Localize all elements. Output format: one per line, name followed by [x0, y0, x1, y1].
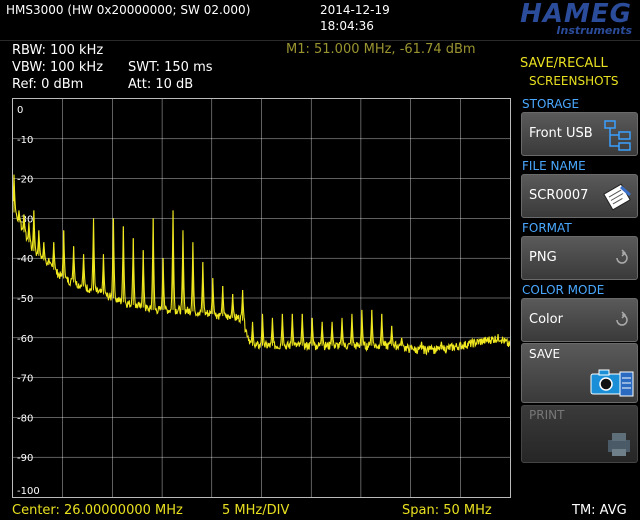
save-button[interactable]: SAVE	[521, 343, 638, 403]
spectrum-plot: 0-10-20-30-40-50-60-70-80-90-100	[13, 99, 510, 497]
format-button[interactable]: PNG	[521, 236, 638, 280]
file-name-button[interactable]: SCR0007	[521, 174, 638, 218]
brand-logo: HAMEG Instruments	[520, 0, 632, 37]
spectrum-display[interactable]: 0 -10 -20 -30 -40 -50 -60 -70 -80 -90 -100	[12, 98, 511, 498]
y-tick-label: 0	[17, 105, 23, 116]
rbw-readout: RBW: 100 kHz	[12, 43, 104, 58]
y-tick-label: -60	[17, 334, 33, 345]
span-readout: Span: 50 MHz	[402, 503, 492, 518]
date: 2014-12-19	[320, 3, 390, 17]
y-tick-labels: 0-10-20-30-40-50-60-70-80-90-100	[17, 105, 40, 497]
camera-icon	[590, 369, 634, 397]
storage-value: Front USB	[529, 126, 593, 141]
y-tick-label: -50	[17, 294, 33, 305]
printer-icon	[608, 433, 630, 456]
edit-document-icon	[603, 183, 631, 211]
device-info: HMS3000 (HW 0x20000000; SW 02.000)	[6, 3, 251, 17]
marker-readout: M1: 51.000 MHz, -61.74 dBm	[286, 42, 476, 57]
ref-level-readout: Ref: 0 dBm	[12, 77, 84, 92]
folder-tree-icon	[604, 120, 631, 151]
y-tick-label: -80	[17, 413, 33, 424]
title-bar: HMS3000 (HW 0x20000000; SW 02.000) 2014-…	[0, 0, 640, 41]
print-button[interactable]: PRINT	[521, 405, 638, 463]
y-tick-label: -100	[17, 486, 40, 497]
y-tick-label: -40	[17, 254, 33, 265]
menu-title: SAVE/RECALL	[520, 56, 608, 71]
y-tick-label: -90	[17, 453, 33, 464]
color-mode-value: Color	[529, 312, 563, 327]
attenuation-readout: Att: 10 dB	[128, 77, 194, 92]
trace-mode: TM: AVG	[572, 503, 627, 518]
vbw-readout: VBW: 100 kHz	[12, 60, 104, 75]
file-name-heading: FILE NAME	[522, 159, 586, 173]
color-mode-button[interactable]: Color	[521, 298, 638, 342]
format-value: PNG	[529, 250, 557, 265]
storage-heading: STORAGE	[522, 97, 580, 111]
format-heading: FORMAT	[522, 221, 572, 235]
print-label: PRINT	[529, 408, 565, 422]
center-frequency: Center: 26.00000000 MHz	[12, 503, 183, 518]
storage-button[interactable]: Front USB	[521, 112, 638, 156]
color-mode-heading: COLOR MODE	[522, 283, 605, 297]
time: 18:04:36	[320, 19, 374, 33]
frequency-scale: 5 MHz/DIV	[222, 503, 290, 518]
menu-subtitle: SCREENSHOTS	[529, 74, 619, 88]
sweep-time-readout: SWT: 150 ms	[128, 60, 213, 75]
save-label: SAVE	[529, 347, 561, 361]
y-tick-label: -10	[17, 135, 33, 146]
y-tick-label: -20	[17, 175, 33, 186]
file-name-value: SCR0007	[529, 188, 589, 203]
y-tick-label: -70	[17, 374, 33, 385]
rotary-knob-icon	[616, 311, 628, 326]
grid	[13, 99, 510, 497]
rotary-knob-icon	[616, 249, 628, 264]
trace-peaks	[13, 174, 442, 350]
